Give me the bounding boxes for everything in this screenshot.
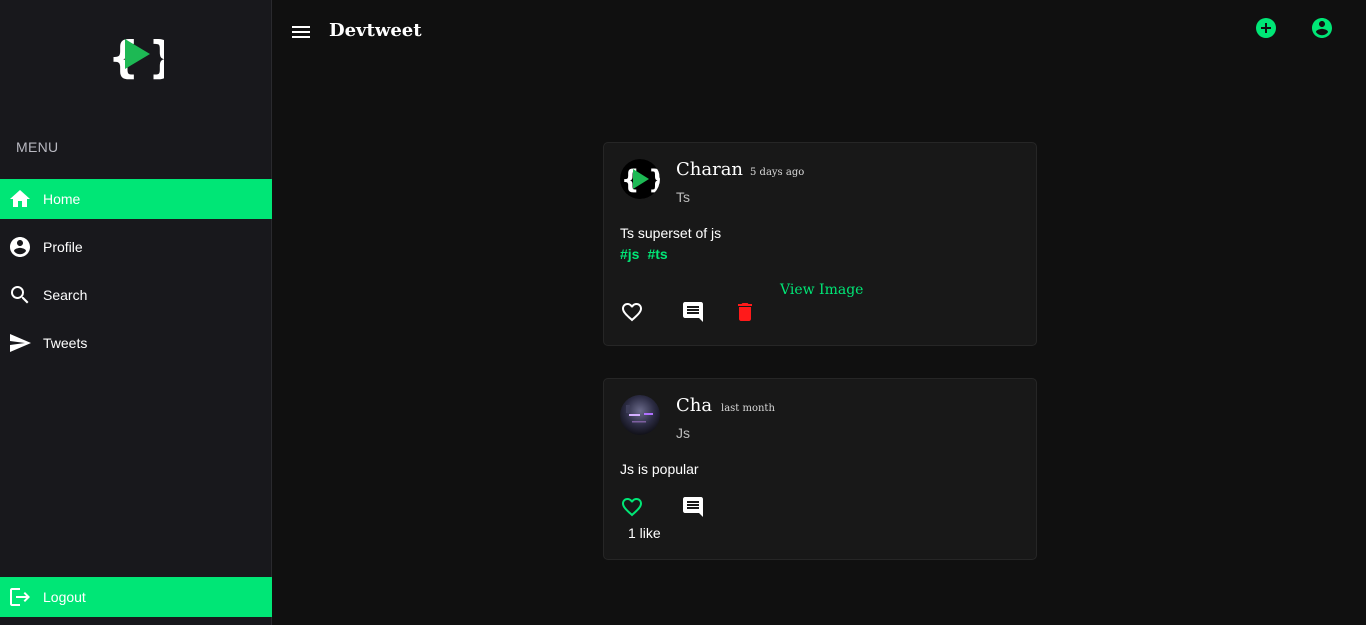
tweet-card: Cha last month Js Js is popular 1 like [603,378,1037,560]
hashtag[interactable]: #js [620,246,639,262]
avatar[interactable]: { } [620,159,660,199]
tweet-tags: #js #ts [620,246,676,262]
logout-icon [8,585,32,609]
sidebar: { } MENU Home Profile Search Tweets Logo… [0,0,272,625]
hashtag[interactable]: #ts [647,246,667,262]
tweet-time: last month [721,403,775,414]
tweet-author[interactable]: Charan [676,159,743,180]
like-heart-icon[interactable] [620,300,644,324]
home-icon [8,187,32,211]
svg-text:}: } [148,32,164,82]
comment-icon[interactable] [681,495,705,519]
sidebar-item-label: Search [43,287,88,303]
tweet-text: Ts superset of js [620,225,722,241]
account-circle-icon[interactable] [1310,16,1334,40]
delete-icon[interactable] [733,300,757,324]
comment-icon[interactable] [681,300,705,324]
tweet-card: { } Charan 5 days ago Ts Ts superset of … [603,142,1037,346]
logout-label: Logout [43,589,86,605]
logout-button[interactable]: Logout [0,577,272,617]
add-tweet-icon[interactable] [1254,16,1278,40]
tweet-text: Js is popular [620,461,699,477]
sidebar-item-label: Tweets [43,335,88,351]
sidebar-item-label: Profile [43,239,83,255]
devtweet-logo: { } [108,28,179,83]
avatar[interactable] [620,395,660,435]
account-circle-icon [8,235,32,259]
like-heart-icon[interactable] [620,495,644,519]
sidebar-item-profile[interactable]: Profile [0,227,272,267]
sidebar-item-tweets[interactable]: Tweets [0,323,272,363]
sidebar-item-label: Home [43,191,81,207]
menu-icon[interactable] [289,20,313,44]
search-icon [8,283,32,307]
app-title: Devtweet [329,20,422,41]
svg-text:}: } [648,165,660,195]
tweet-subtitle: Ts [676,189,690,205]
tweet-author[interactable]: Cha [676,395,712,416]
like-count: 1 like [628,525,661,541]
sidebar-item-home[interactable]: Home [0,179,272,219]
view-image-link[interactable]: View Image [780,282,863,298]
top-bar: Devtweet [273,0,1366,64]
tweet-time: 5 days ago [750,167,805,178]
send-icon [8,331,32,355]
menu-label: MENU [16,139,59,155]
sidebar-item-search[interactable]: Search [0,275,272,315]
tweet-subtitle: Js [676,425,690,441]
